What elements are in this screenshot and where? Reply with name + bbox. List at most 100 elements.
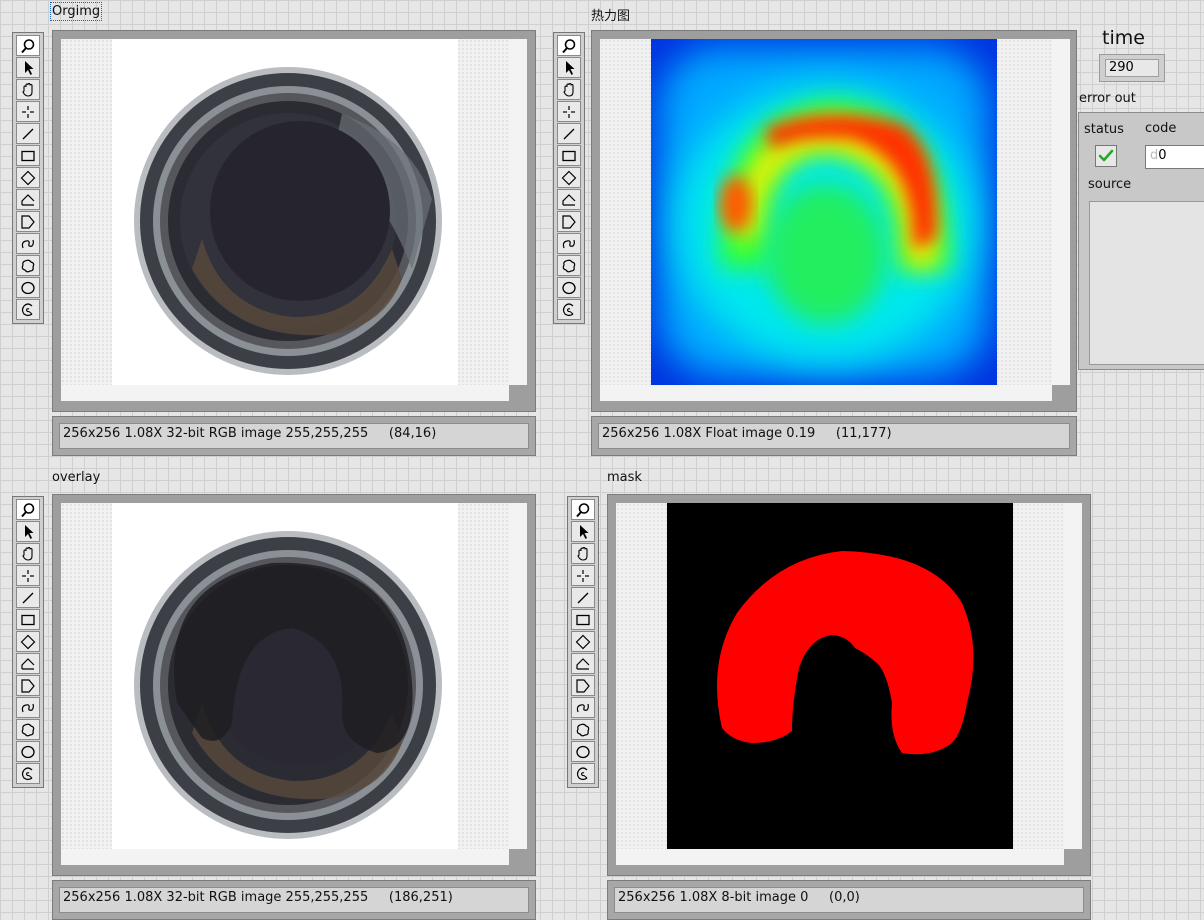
freehand-line-icon: [576, 703, 589, 712]
polygon-icon: [576, 678, 590, 693]
line-tool-button[interactable]: [571, 587, 595, 608]
heatmap-display[interactable]: [591, 30, 1077, 412]
freehand-line-icon: [21, 239, 34, 248]
oval-tool-button[interactable]: [571, 741, 595, 762]
annulus-tool-button[interactable]: [16, 763, 40, 784]
polygon-icon: [562, 214, 576, 229]
point-crosshair-icon: [22, 105, 34, 118]
annulus-tool-button[interactable]: [16, 299, 40, 320]
polygon-tool-button[interactable]: [16, 211, 40, 232]
freehand-line-tool-button[interactable]: [571, 697, 595, 718]
zoom-icon: [21, 502, 35, 517]
overlay-display[interactable]: [52, 494, 536, 876]
source-label: source: [1088, 177, 1132, 192]
rectangle-icon: [576, 614, 590, 625]
pan-hand-tool-button[interactable]: [557, 79, 581, 100]
polyline-icon: [21, 193, 35, 206]
freehand-region-tool-button[interactable]: [16, 255, 40, 276]
polygon-tool-button[interactable]: [16, 675, 40, 696]
polygon-icon: [21, 214, 35, 229]
pan-hand-tool-button[interactable]: [16, 79, 40, 100]
annulus-tool-button[interactable]: [571, 763, 595, 784]
pan-hand-tool-button[interactable]: [16, 543, 40, 564]
point-crosshair-icon: [563, 105, 575, 118]
pointer-icon: [566, 60, 575, 75]
orgimg-display[interactable]: [52, 30, 536, 412]
pan-hand-icon: [563, 82, 574, 97]
freehand-line-tool-button[interactable]: [557, 233, 581, 254]
oval-tool-button[interactable]: [557, 277, 581, 298]
polyline-tool-button[interactable]: [16, 189, 40, 210]
freehand-region-tool-button[interactable]: [557, 255, 581, 276]
orgimg-label[interactable]: Orgimg: [49, 2, 103, 21]
heatmap-image: [651, 39, 997, 385]
rectangle-tool-button[interactable]: [16, 609, 40, 630]
freehand-line-tool-button[interactable]: [16, 233, 40, 254]
zoom-tool-button[interactable]: [557, 35, 581, 56]
rotated-rect-tool-button[interactable]: [571, 631, 595, 652]
polyline-icon: [21, 657, 35, 670]
freehand-region-icon: [576, 723, 590, 736]
point-crosshair-tool-button[interactable]: [571, 565, 595, 586]
mask-image: [667, 503, 1013, 849]
status-label: status: [1084, 122, 1124, 137]
orgimg-status-bar: 256x256 1.08X 32-bit RGB image 255,255,2…: [52, 416, 536, 456]
freehand-region-icon: [21, 723, 35, 736]
pointer-tool-button[interactable]: [16, 521, 40, 542]
line-tool-button[interactable]: [16, 123, 40, 144]
oval-tool-button[interactable]: [16, 277, 40, 298]
pointer-icon: [25, 60, 34, 75]
polyline-tool-button[interactable]: [557, 189, 581, 210]
rectangle-tool-button[interactable]: [571, 609, 595, 630]
code-field[interactable]: d0: [1145, 145, 1204, 169]
source-field[interactable]: [1089, 201, 1204, 365]
oval-icon: [21, 281, 35, 294]
zoom-tool-button[interactable]: [571, 499, 595, 520]
overlay-status-text: 256x256 1.08X 32-bit RGB image 255,255,2…: [59, 887, 529, 913]
point-crosshair-tool-button[interactable]: [16, 101, 40, 122]
heatmap-status-bar: 256x256 1.08X Float image 0.19 (11,177): [591, 416, 1077, 456]
line-tool-button[interactable]: [557, 123, 581, 144]
freehand-region-tool-button[interactable]: [16, 719, 40, 740]
orgimg-image: [112, 39, 458, 385]
annulus-tool-button[interactable]: [557, 299, 581, 320]
oval-tool-button[interactable]: [16, 741, 40, 762]
point-crosshair-tool-button[interactable]: [16, 565, 40, 586]
polyline-tool-button[interactable]: [16, 653, 40, 674]
rectangle-icon: [562, 150, 576, 161]
polyline-tool-button[interactable]: [571, 653, 595, 674]
point-crosshair-icon: [577, 569, 589, 582]
mask-display[interactable]: [607, 494, 1091, 876]
rotated-rect-tool-button[interactable]: [557, 167, 581, 188]
line-tool-button[interactable]: [16, 587, 40, 608]
pointer-tool-button[interactable]: [557, 57, 581, 78]
annulus-icon: [21, 302, 33, 316]
overlay-status-bar: 256x256 1.08X 32-bit RGB image 255,255,2…: [52, 880, 536, 920]
rectangle-icon: [21, 614, 35, 625]
time-label: time: [1102, 27, 1145, 49]
pointer-tool-button[interactable]: [16, 57, 40, 78]
polygon-tool-button[interactable]: [557, 211, 581, 232]
oval-icon: [576, 745, 590, 758]
rectangle-tool-button[interactable]: [557, 145, 581, 166]
point-crosshair-tool-button[interactable]: [557, 101, 581, 122]
line-icon: [577, 592, 589, 603]
polygon-tool-button[interactable]: [571, 675, 595, 696]
overlay-image: [112, 503, 458, 849]
oval-icon: [562, 281, 576, 294]
error-out-label: error out: [1079, 91, 1136, 106]
rectangle-tool-button[interactable]: [16, 145, 40, 166]
freehand-region-tool-button[interactable]: [571, 719, 595, 740]
pan-hand-tool-button[interactable]: [571, 543, 595, 564]
zoom-tool-button[interactable]: [16, 499, 40, 520]
freehand-line-tool-button[interactable]: [16, 697, 40, 718]
line-icon: [22, 128, 34, 139]
checkmark-icon: [1098, 149, 1114, 162]
rotated-rect-tool-button[interactable]: [16, 167, 40, 188]
rotated-rect-tool-button[interactable]: [16, 631, 40, 652]
zoom-tool-button[interactable]: [16, 35, 40, 56]
pointer-tool-button[interactable]: [571, 521, 595, 542]
freehand-region-icon: [21, 259, 35, 272]
rotated-rect-icon: [20, 634, 36, 649]
pointer-icon: [580, 524, 589, 539]
